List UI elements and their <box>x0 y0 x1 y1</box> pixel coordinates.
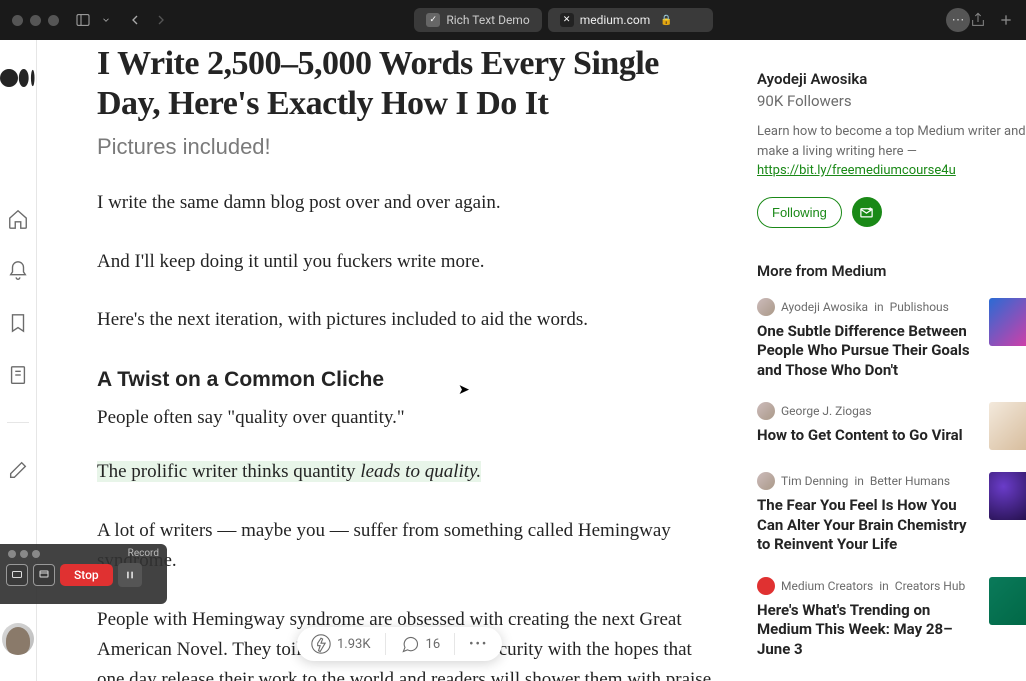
comment-button[interactable]: 16 <box>400 634 441 654</box>
chevron-down-icon[interactable] <box>101 15 111 25</box>
clap-button[interactable]: 1.93K <box>311 634 371 654</box>
bookmark-icon[interactable] <box>7 312 29 334</box>
share-icon[interactable] <box>970 12 986 28</box>
rec-title: One Subtle Difference Between People Who… <box>757 322 975 381</box>
tab-medium[interactable]: ✕ medium.com 🔒 <box>548 8 713 32</box>
pause-button[interactable] <box>118 563 142 587</box>
tab-label: medium.com <box>580 13 651 27</box>
author-avatar-icon <box>757 472 775 490</box>
recommendation[interactable]: Tim DenninginBetter Humans The Fear You … <box>757 472 1026 555</box>
stop-button[interactable]: Stop <box>60 564 113 586</box>
window-controls[interactable] <box>8 550 40 558</box>
record-label: Record <box>128 548 159 559</box>
paragraph: And I'll keep doing it until you fuckers… <box>97 247 717 277</box>
stories-icon[interactable] <box>7 364 29 386</box>
article-subtitle: Pictures included! <box>97 134 717 160</box>
divider <box>7 422 29 423</box>
window-controls[interactable] <box>12 15 59 26</box>
screen-record-bar: Record Stop <box>0 544 167 604</box>
follow-button[interactable]: Following <box>757 197 842 228</box>
more-from-heading: More from Medium <box>757 262 1026 280</box>
cursor-icon: ➤ <box>458 382 470 398</box>
rec-thumb <box>989 472 1026 520</box>
rec-thumb <box>989 402 1026 450</box>
follower-count: 90K Followers <box>757 92 1026 110</box>
recommendation[interactable]: Medium CreatorsinCreators Hub Here's Wha… <box>757 577 1026 660</box>
recommendation[interactable]: Ayodeji AwosikainPublishous One Subtle D… <box>757 298 1026 381</box>
new-tab-icon[interactable] <box>998 12 1014 28</box>
tab-rich-text-demo[interactable]: ✓ Rich Text Demo <box>414 8 541 32</box>
paragraph: The prolific writer thinks quantity lead… <box>97 457 717 487</box>
section-heading: A Twist on a Common Cliche <box>97 363 717 397</box>
article: I Write 2,500–5,000 Words Every Single D… <box>97 40 717 681</box>
medium-logo[interactable] <box>0 68 36 88</box>
capture-screen-button[interactable] <box>6 564 28 586</box>
more-button[interactable]: ••• <box>469 637 488 652</box>
recommendation[interactable]: George J. Ziogas How to Get Content to G… <box>757 402 1026 450</box>
back-icon[interactable] <box>127 12 143 28</box>
sidebar-toggle-icon[interactable] <box>75 12 91 28</box>
tab-label: Rich Text Demo <box>446 13 529 27</box>
write-icon[interactable] <box>7 459 29 481</box>
bell-icon[interactable] <box>7 260 29 282</box>
clap-count: 1.93K <box>337 637 371 652</box>
rec-title: Here's What's Trending on Medium This We… <box>757 601 975 660</box>
paragraph: A lot of writers — maybe you — suffer fr… <box>97 516 717 577</box>
article-title: I Write 2,500–5,000 Words Every Single D… <box>97 44 717 124</box>
author-bio: Learn how to become a top Medium writer … <box>757 122 1026 181</box>
rec-title: How to Get Content to Go Viral <box>757 426 975 446</box>
author-avatar-icon <box>757 402 775 420</box>
bio-link[interactable]: https://bit.ly/freemediumcourse4u <box>757 163 956 178</box>
right-rail: Ayodeji Awosika 90K Followers Learn how … <box>757 40 1026 681</box>
user-avatar[interactable] <box>2 623 34 655</box>
home-icon[interactable] <box>7 208 29 230</box>
tab-favicon: ✓ <box>426 13 440 27</box>
forward-icon[interactable] <box>153 12 169 28</box>
engagement-bar: 1.93K 16 ••• <box>297 627 502 661</box>
author-avatar-icon <box>757 577 775 595</box>
paragraph: I write the same damn blog post over and… <box>97 188 717 218</box>
rec-title: The Fear You Feel Is How You Can Alter Y… <box>757 496 975 555</box>
more-icon[interactable]: ⋯ <box>946 8 970 32</box>
tab-favicon: ✕ <box>560 13 574 27</box>
subscribe-button[interactable] <box>852 197 882 227</box>
author-name[interactable]: Ayodeji Awosika <box>757 70 1026 88</box>
capture-window-button[interactable] <box>33 564 55 586</box>
paragraph: Here's the next iteration, with pictures… <box>97 305 717 335</box>
browser-toolbar: ✓ Rich Text Demo ✕ medium.com 🔒 ⋯ <box>0 0 1026 40</box>
author-avatar-icon <box>757 298 775 316</box>
paragraph: People often say "quality over quantity.… <box>97 403 717 433</box>
lock-icon: 🔒 <box>660 15 672 26</box>
rec-thumb <box>989 298 1026 346</box>
comment-count: 16 <box>426 637 441 652</box>
rec-thumb <box>989 577 1026 625</box>
